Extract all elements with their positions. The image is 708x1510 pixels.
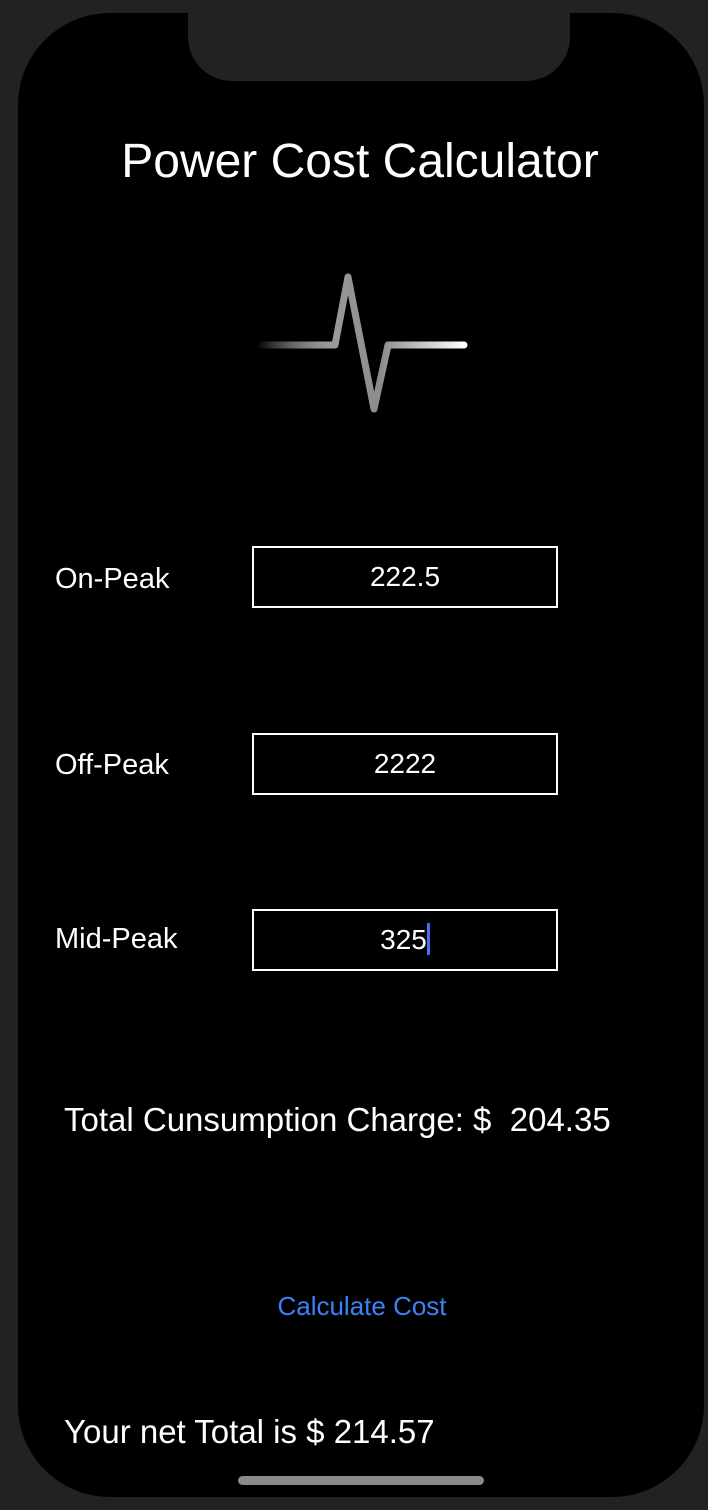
consumption-charge: Total Cunsumption Charge: $ 204.35 (64, 1100, 611, 1140)
device-notch (188, 13, 570, 81)
on-peak-label: On-Peak (55, 563, 170, 595)
calculate-cost-button[interactable]: Calculate Cost (260, 1288, 464, 1324)
consumption-charge-label: Total Cunsumption Charge: $ (64, 1101, 492, 1138)
mid-peak-label: Mid-Peak (55, 923, 178, 955)
device-frame: Power Cost Calculator On-Peak 222.5 Off-… (0, 0, 708, 1510)
home-indicator[interactable] (238, 1476, 484, 1485)
mid-peak-value: 325 (380, 924, 427, 955)
net-total: Your net Total is $ 214.57 (64, 1412, 435, 1452)
consumption-charge-value: 204.35 (509, 1101, 611, 1138)
page-title: Power Cost Calculator (121, 135, 599, 188)
net-total-value: 214.57 (333, 1413, 435, 1450)
on-peak-value: 222.5 (369, 561, 441, 592)
mid-peak-input[interactable]: 325 (252, 909, 558, 971)
text-caret (426, 923, 430, 955)
pulse-waveform-icon (255, 273, 468, 413)
net-total-label: Your net Total is $ (64, 1413, 325, 1450)
off-peak-input[interactable]: 2222 (252, 733, 558, 795)
off-peak-value: 2222 (373, 748, 437, 779)
off-peak-label: Off-Peak (55, 749, 169, 781)
on-peak-input[interactable]: 222.5 (252, 546, 558, 608)
